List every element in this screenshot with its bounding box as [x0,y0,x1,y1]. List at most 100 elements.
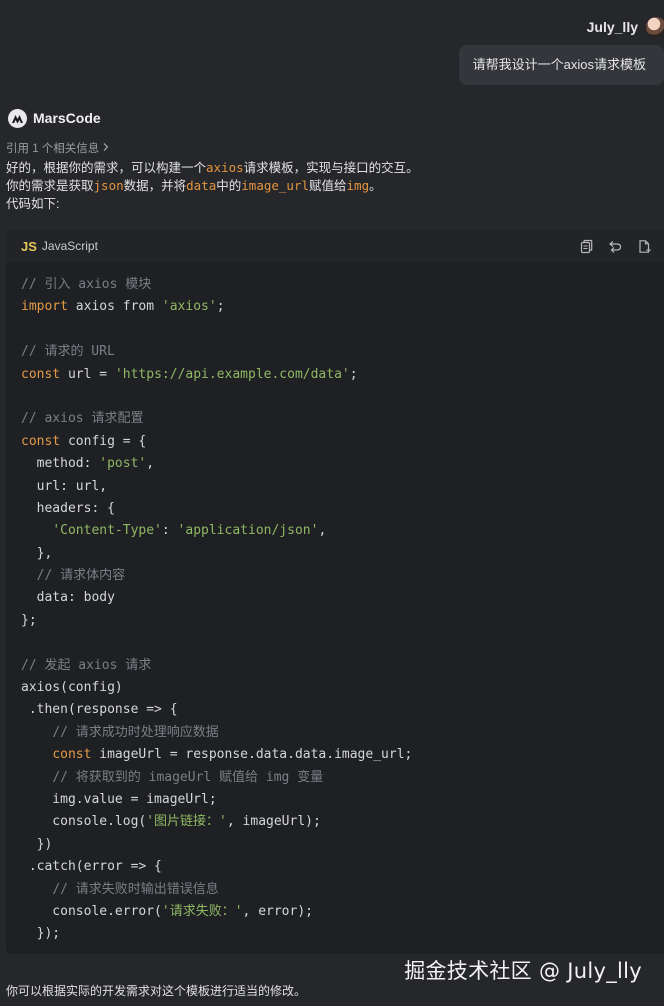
code-token: img.value = imageUrl; [21,791,217,807]
code-token-keyword: import [21,299,68,315]
code-token-comment: // 引入 axios 模块 [21,277,152,292]
code-block: JS JavaScript // 引入 axios 模块 import axios… [6,230,664,954]
code-line: axios(config) [21,677,412,699]
code-line: // 请求体内容 [21,565,412,587]
code-line: .then(response => { [21,699,412,721]
assistant-name: MarsCode [33,110,101,126]
assistant-intro: 好的，根据你的需求，可以构建一个axios请求模板，实现与接口的交互。 你的需求是… [6,159,419,213]
code-actions [579,239,652,254]
code-line: 'Content-Type': 'application/json', [21,520,412,542]
code-token: imageUrl = response.data.data.image_url; [91,747,413,763]
code-token: , [146,456,155,472]
assistant-outro: 你可以根据实际的开发需求对这个模板进行适当的修改。 [6,984,307,998]
user-message-bubble: 请帮我设计一个axios请求模板 [458,45,664,85]
intro-line: 好的，根据你的需求，可以构建一个axios请求模板，实现与接口的交互。 [6,159,419,177]
code-token-comment: // 请求的 URL [21,344,115,360]
code-line: data: body [21,587,412,609]
code-token-string: 'Content-Type' [52,523,162,539]
code-line: }) [21,834,412,856]
code-token-comment: // 请求体内容 [36,568,126,584]
code-token: }, [21,545,53,561]
code-block-header: JS JavaScript [6,230,664,262]
user-avatar[interactable] [646,17,664,37]
code-line: img.value = imageUrl; [21,789,412,811]
code-token-comment: // 请求成功时处理响应数据 [52,724,219,740]
code-line: url: url, [21,476,412,498]
code-token: }; [21,612,37,628]
code-token: url = [60,366,115,382]
code-token-keyword: const [21,366,61,382]
code-token: , imageUrl); [226,814,321,830]
code-token-comment: // 发起 axios 请求 [21,657,152,673]
code-token-keyword: const [21,433,61,449]
code-line: console.log('图片链接：', imageUrl); [21,811,412,833]
code-token: .catch(error => { [21,859,162,875]
code-line: import axios from 'axios'; [21,296,412,318]
code-token: axios from [67,299,162,315]
code-line: // 发起 axios 请求 [21,655,412,677]
code-token: ; [349,366,358,382]
user-name: July_lly [586,19,638,35]
insert-icon[interactable] [608,239,623,254]
code-token: data: body [21,590,115,606]
code-line: // 引入 axios 模块 [21,274,412,296]
code-token-string: 'application/json' [177,523,319,539]
code-line: // 请求成功时处理响应数据 [21,722,412,744]
inline-code: axios [206,160,244,175]
code-token: config = { [60,433,147,449]
code-token-string: '请求失败：' [161,903,243,919]
code-token-string: '图片链接：' [146,814,227,830]
code-line: const imageUrl = response.data.data.imag… [21,744,412,766]
code-token-comment: // axios 请求配置 [21,411,144,427]
code-token-string: 'https://api.example.com/data' [114,366,350,382]
code-token: url: url, [21,478,108,494]
new-file-icon[interactable] [637,239,652,254]
code-token: method: [21,456,100,472]
code-token: console.log( [21,814,147,830]
code-line: // axios 请求配置 [21,408,412,430]
intro-line: 你的需求是获取json数据，并将data中的image_url赋值给img。 [6,177,419,195]
code-token: , [318,523,327,539]
code-line: method: 'post', [21,453,412,475]
inline-code: data [186,178,217,193]
inline-code: json [93,178,124,193]
code-token-string: 'post' [99,456,147,472]
code-language: JS JavaScript [21,239,98,254]
code-line: const url = 'https://api.example.com/dat… [21,364,412,386]
code-token: headers: { [21,500,115,516]
code-token: ; [216,299,225,315]
chat-page: July_lly 请帮我设计一个axios请求模板 MarsCode 引用 1 … [0,0,664,1006]
chevron-right-icon [102,142,110,155]
code-line: }, [21,543,412,565]
watermark: 掘金技术社区 @ July_lly [404,959,642,983]
code-token: axios(config) [21,680,123,696]
reference-link[interactable]: 引用 1 个相关信息 [6,140,110,156]
code-token-string: 'axios' [161,299,217,315]
intro-line: 代码如下: [6,195,419,213]
intro-text: 请求模板，实现与接口的交互。 [243,161,419,175]
code-token-comment: // 将获取到的 imageUrl 赋值给 img 变量 [52,769,324,785]
code-token: }) [21,836,53,852]
code-line: // 将获取到的 imageUrl 赋值给 img 变量 [21,767,412,789]
code-line: }); [21,923,412,945]
code-token-keyword: const [52,747,92,763]
intro-text: 。 [369,179,382,193]
user-header: July_lly [587,14,664,40]
code-line: console.error('请求失败：', error); [21,901,412,923]
intro-text: 你的需求是获取 [6,179,94,193]
code-line: // 请求的 URL [21,341,412,363]
copy-icon[interactable] [579,239,594,254]
code-token: : [161,523,178,539]
intro-text: 中的 [216,179,242,193]
code-token-comment: // 请求失败时输出错误信息 [52,881,219,897]
code-content[interactable]: // 引入 axios 模块 import axios from 'axios';… [21,274,412,946]
intro-text: 代码如下: [6,197,60,211]
code-token: console.error( [21,903,162,919]
